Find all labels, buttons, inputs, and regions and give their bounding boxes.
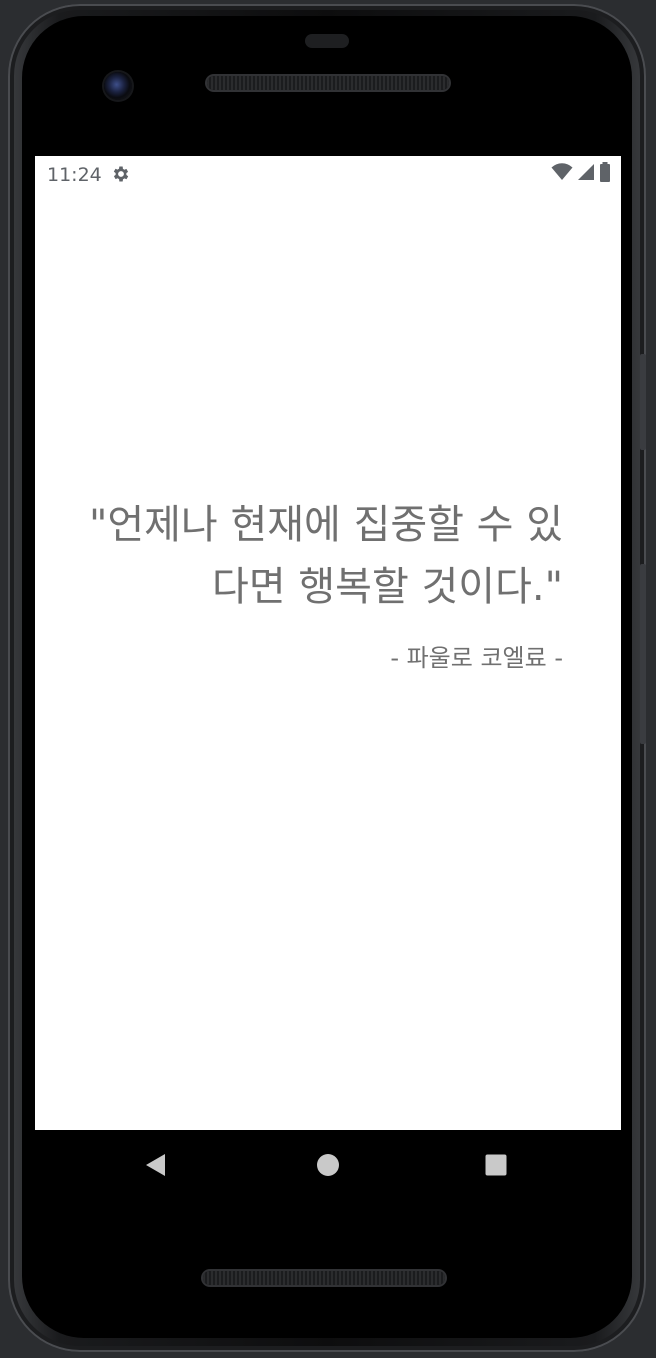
device-frame-background: 11:24 "언제나 현재에 집중할 수 있다면 행복할 것이다." - 파울로… xyxy=(0,0,656,1358)
front-camera-icon xyxy=(104,72,132,100)
quote-text: "언제나 현재에 집중할 수 있다면 행복할 것이다." xyxy=(88,502,563,610)
settings-gear-icon xyxy=(111,164,131,184)
status-bar: 11:24 xyxy=(35,156,621,192)
cellular-signal-icon xyxy=(577,163,595,185)
status-icons xyxy=(551,162,611,186)
status-time: 11:24 xyxy=(47,164,102,186)
battery-icon xyxy=(599,162,611,186)
proximity-sensor xyxy=(305,34,349,48)
home-icon xyxy=(317,1154,339,1176)
home-button[interactable] xyxy=(315,1152,341,1178)
earpiece-speaker xyxy=(207,76,449,90)
power-button[interactable] xyxy=(640,354,646,450)
wifi-icon xyxy=(551,163,573,185)
navigation-bar xyxy=(35,1130,621,1200)
back-icon xyxy=(146,1154,165,1176)
recents-icon xyxy=(485,1154,507,1176)
quote-author: - 파울로 코엘료 - xyxy=(390,644,563,672)
app-screen: 11:24 "언제나 현재에 집중할 수 있다면 행복할 것이다." - 파울로… xyxy=(35,156,621,1130)
bottom-speaker xyxy=(203,1271,445,1285)
recents-button[interactable] xyxy=(483,1152,509,1178)
back-button[interactable] xyxy=(143,1152,169,1178)
volume-button[interactable] xyxy=(640,564,646,744)
